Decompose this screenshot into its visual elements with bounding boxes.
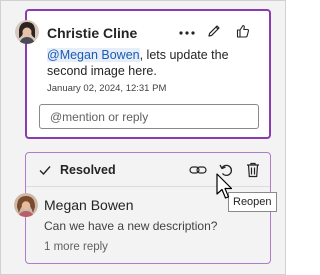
like-icon[interactable] bbox=[233, 21, 253, 41]
comment-timestamp: January 02, 2024, 12:31 PM bbox=[47, 83, 167, 94]
check-icon bbox=[39, 166, 51, 176]
more-replies-link[interactable]: 1 more reply bbox=[44, 241, 108, 253]
avatar bbox=[15, 20, 39, 44]
comment-card-active[interactable]: Christie Cline @Megan Bowen, lets update… bbox=[15, 9, 271, 139]
more-options-icon[interactable] bbox=[177, 23, 197, 43]
comment-author: Megan Bowen bbox=[44, 197, 134, 213]
mouse-cursor-icon bbox=[216, 173, 233, 199]
delete-icon[interactable] bbox=[243, 160, 263, 180]
reply-input[interactable] bbox=[39, 104, 259, 129]
reopen-tooltip: Reopen bbox=[228, 192, 277, 212]
avatar bbox=[14, 193, 38, 217]
comments-pane: Christie Cline @Megan Bowen, lets update… bbox=[0, 0, 286, 275]
resolved-status-label: Resolved bbox=[60, 163, 116, 177]
comment-author: Christie Cline bbox=[47, 25, 138, 41]
comment-body: @Megan Bowen, lets update the second ima… bbox=[47, 48, 229, 78]
comment-body: Can we have a new description? bbox=[44, 219, 218, 233]
edit-icon[interactable] bbox=[204, 21, 224, 41]
link-icon[interactable] bbox=[188, 160, 208, 180]
mention-link[interactable]: @Megan Bowen bbox=[47, 48, 140, 62]
